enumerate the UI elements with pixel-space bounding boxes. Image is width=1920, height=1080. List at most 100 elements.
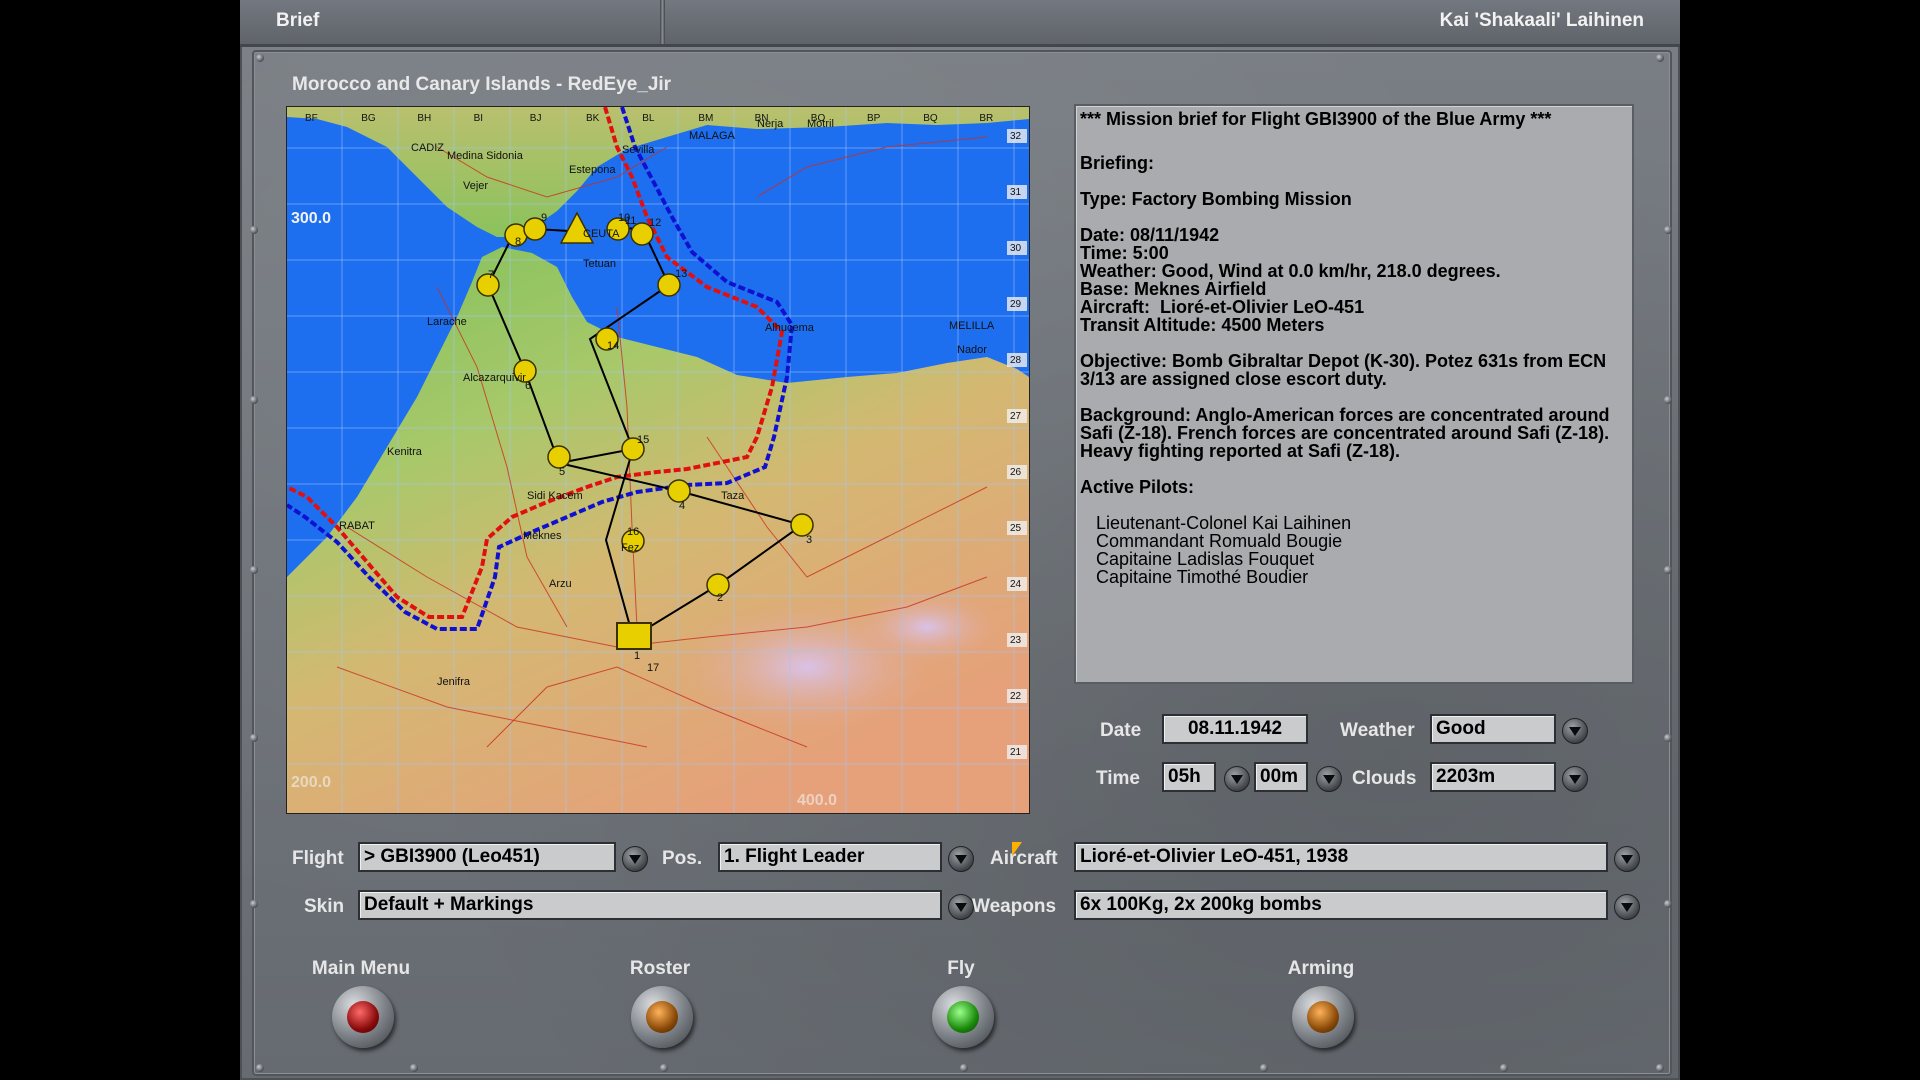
place-name: Alcazarquivir bbox=[463, 372, 526, 384]
grid-column-label: BK bbox=[586, 113, 600, 124]
brief-date: Date: 08/11/1942 bbox=[1080, 225, 1220, 245]
rivet bbox=[250, 396, 258, 404]
weapons-select[interactable]: 6x 100Kg, 2x 200kg bombs bbox=[1074, 890, 1608, 920]
weather-label: Weather bbox=[1340, 720, 1415, 741]
waypoint-marker bbox=[790, 513, 814, 537]
pilot-entry: Lieutenant-Colonel Kai Laihinen bbox=[1096, 513, 1352, 533]
arming-button[interactable] bbox=[1292, 986, 1354, 1048]
grid-column-label: BN bbox=[755, 113, 769, 124]
pilot-entry: Commandant Romuald Bougie bbox=[1096, 531, 1343, 551]
place-name: RABAT bbox=[339, 520, 375, 532]
place-name: CEUTA bbox=[583, 228, 620, 240]
aircraft-label: Aircraft bbox=[990, 848, 1058, 869]
minute-dropdown-icon[interactable] bbox=[1316, 766, 1342, 792]
grid-column-label: BF bbox=[305, 113, 318, 124]
place-name: MELILLA bbox=[949, 320, 995, 332]
position-dropdown-icon[interactable] bbox=[948, 846, 974, 872]
grid-row-label: 29 bbox=[1010, 299, 1022, 310]
place-name: Arzu bbox=[549, 578, 572, 590]
aircraft-dropdown-icon[interactable] bbox=[1614, 846, 1640, 872]
rivet bbox=[1664, 396, 1672, 404]
waypoint-number: 14 bbox=[607, 340, 619, 352]
waypoint-number: 1 bbox=[634, 650, 640, 662]
fly-button[interactable] bbox=[932, 986, 994, 1048]
rivet bbox=[1664, 566, 1672, 574]
waypoint-number: 5 bbox=[559, 466, 565, 478]
rivet bbox=[1664, 734, 1672, 742]
waypoint-number: 15 bbox=[637, 434, 649, 446]
grid-row-label: 31 bbox=[1010, 187, 1022, 198]
rivet bbox=[1664, 226, 1672, 234]
grid-column-label: BP bbox=[867, 113, 881, 124]
grid-row-label: 24 bbox=[1010, 579, 1022, 590]
rivet bbox=[1664, 900, 1672, 908]
roster-button[interactable] bbox=[631, 986, 693, 1048]
flight-select[interactable]: > GBI3900 (Leo451) bbox=[358, 842, 616, 872]
skin-select[interactable]: Default + Markings bbox=[358, 890, 942, 920]
grid-column-label: BG bbox=[361, 113, 376, 124]
grid-column-label: BH bbox=[417, 113, 431, 124]
main-menu-label: Main Menu bbox=[311, 958, 411, 979]
briefing-text[interactable]: *** Mission brief for Flight GBI3900 of … bbox=[1074, 104, 1634, 684]
waypoint-number: 12 bbox=[649, 217, 661, 229]
place-name: Alhucema bbox=[765, 322, 815, 334]
rivet bbox=[256, 1064, 264, 1072]
grid-row-label: 30 bbox=[1010, 243, 1022, 254]
brief-active-pilots-label: Active Pilots: bbox=[1080, 477, 1195, 497]
rivet bbox=[250, 900, 258, 908]
clouds-dropdown-icon[interactable] bbox=[1562, 766, 1588, 792]
waypoint-marker bbox=[667, 479, 691, 503]
waypoint-number: 3 bbox=[806, 534, 812, 546]
pilot-name: Kai 'Shakaali' Laihinen bbox=[1439, 10, 1644, 31]
weather-select[interactable]: Good bbox=[1430, 714, 1556, 744]
time-label: Time bbox=[1096, 768, 1141, 789]
clouds-select[interactable]: 2203m bbox=[1430, 762, 1556, 792]
title-divider bbox=[660, 0, 665, 44]
skin-dropdown-icon[interactable] bbox=[948, 894, 974, 920]
date-field[interactable]: 08.11.1942 bbox=[1162, 714, 1308, 744]
grid-row-label: 23 bbox=[1010, 635, 1022, 646]
position-select[interactable]: 1. Flight Leader bbox=[718, 842, 942, 872]
brief-aircraft: Aircraft: Lioré-et-Olivier LeO-451 bbox=[1080, 297, 1365, 317]
place-name: Larache bbox=[427, 316, 467, 328]
brief-background: Background: Anglo-American forces are co… bbox=[1080, 405, 1610, 461]
place-name: Nador bbox=[957, 344, 987, 356]
aircraft-select[interactable]: Lioré-et-Olivier LeO-451, 1938 bbox=[1074, 842, 1608, 872]
hour-dropdown-icon[interactable] bbox=[1224, 766, 1250, 792]
rivet bbox=[1656, 54, 1664, 62]
minute-select[interactable]: 00m bbox=[1254, 762, 1308, 792]
clouds-label: Clouds bbox=[1352, 768, 1417, 789]
grid-column-label: BO bbox=[811, 113, 826, 124]
mission-map[interactable]: CADIZ Medina Sidonia Vejer Estepona MALAGA Ne… bbox=[286, 106, 1030, 814]
rivet bbox=[250, 734, 258, 742]
place-name: Sevilla bbox=[622, 144, 655, 156]
hour-select[interactable]: 05h bbox=[1162, 762, 1216, 792]
place-name: Tetuan bbox=[583, 258, 616, 270]
date-label: Date bbox=[1100, 720, 1142, 741]
altitude-bottom-left-label: 200.0 bbox=[291, 774, 331, 791]
place-name: MALAGA bbox=[689, 130, 736, 142]
altitude-top-label: 300.0 bbox=[291, 210, 331, 227]
main-menu-lamp-icon bbox=[347, 1001, 379, 1033]
place-name: Estepona bbox=[569, 164, 616, 176]
main-menu-button[interactable] bbox=[332, 986, 394, 1048]
weapons-dropdown-icon[interactable] bbox=[1614, 894, 1640, 920]
waypoint-number: 13 bbox=[675, 268, 687, 280]
rivet bbox=[250, 566, 258, 574]
waypoint-number: 17 bbox=[647, 662, 659, 674]
brief-section-title: Briefing: bbox=[1080, 153, 1154, 173]
brief-objective: Objective: Bomb Gibraltar Depot (K-30). … bbox=[1080, 351, 1607, 389]
waypoint-number: 8 bbox=[515, 236, 521, 248]
waypoint-number: 4 bbox=[679, 500, 685, 512]
brief-base: Base: Meknes Airfield bbox=[1080, 279, 1267, 299]
brief-time: Time: 5:00 bbox=[1080, 243, 1169, 263]
weather-dropdown-icon[interactable] bbox=[1562, 718, 1588, 744]
waypoint-number: 16 bbox=[627, 526, 639, 538]
flight-dropdown-icon[interactable] bbox=[622, 846, 648, 872]
waypoint-number: 7 bbox=[488, 269, 494, 281]
grid-row-label: 22 bbox=[1010, 691, 1022, 702]
waypoint-number: 6 bbox=[525, 380, 531, 392]
place-name: CADIZ bbox=[411, 142, 444, 154]
arming-label: Arming bbox=[1287, 958, 1355, 979]
briefing-console: Brief Kai 'Shakaali' Laihinen Morocco an… bbox=[240, 0, 1680, 1080]
